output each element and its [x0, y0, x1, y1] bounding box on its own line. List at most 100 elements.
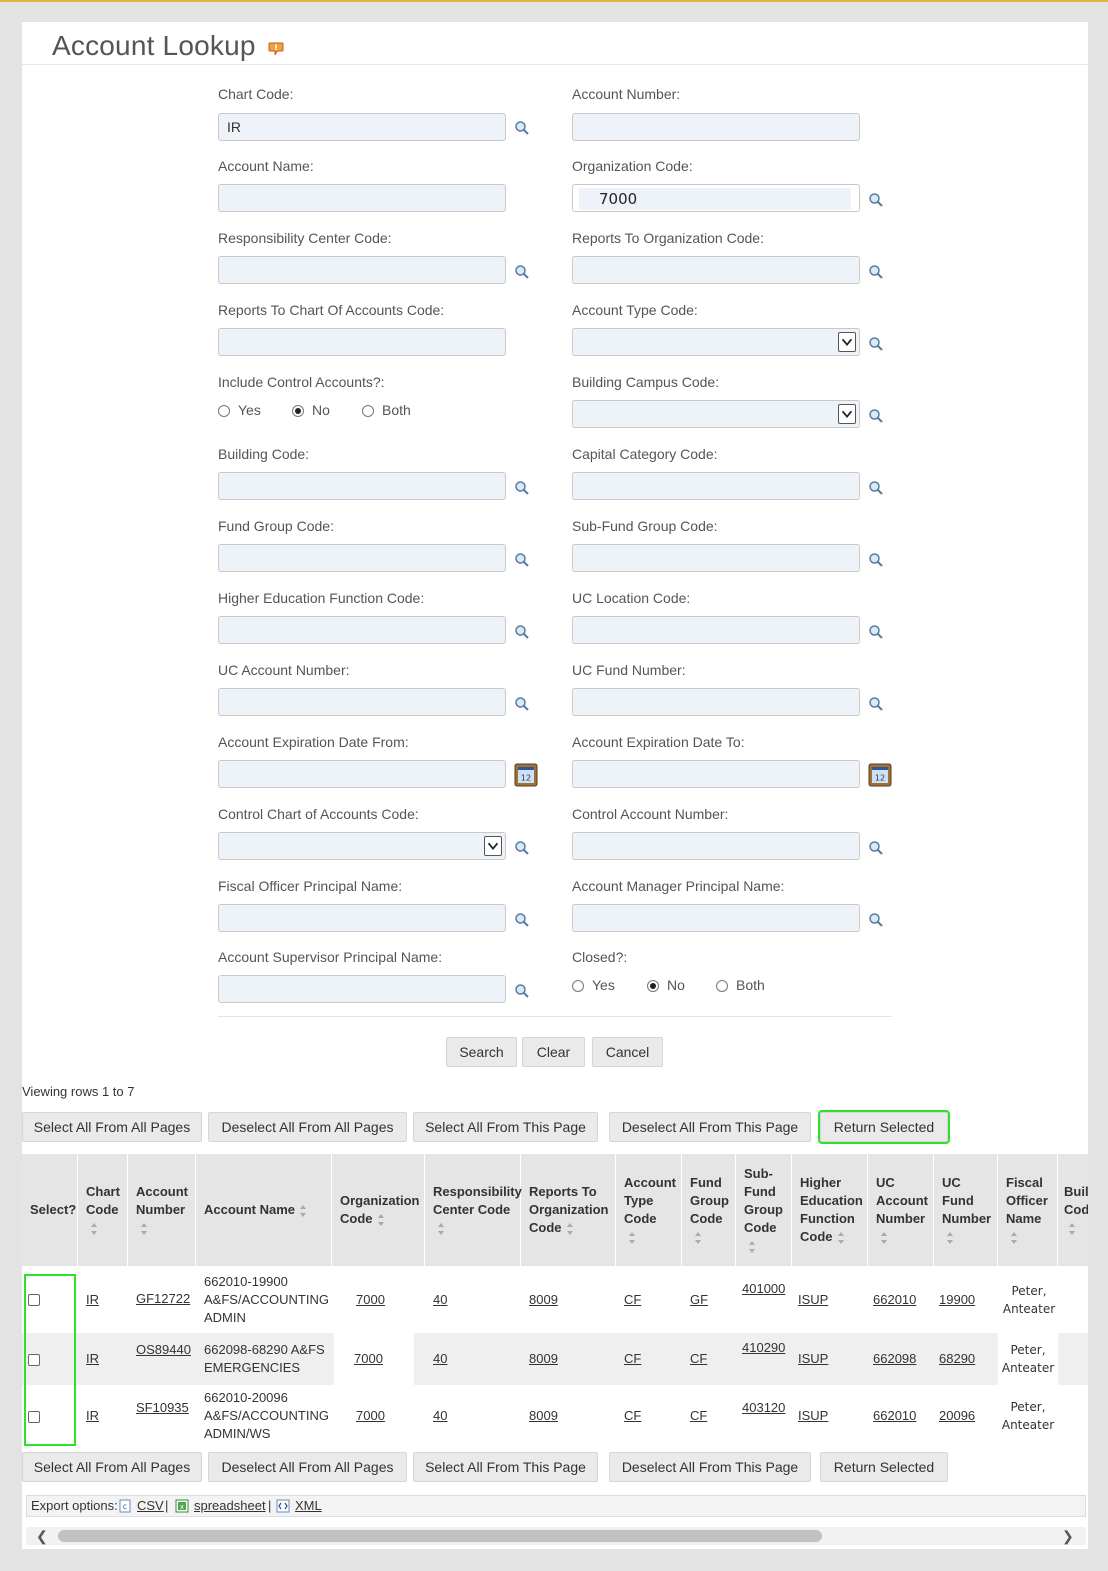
col-building-code[interactable]: Buil Cod	[1058, 1154, 1088, 1266]
col-higher-education-function-code[interactable]: Higher Education Function Code	[792, 1154, 868, 1266]
org-code-link[interactable]: 7000	[356, 1292, 385, 1307]
search-lookup-icon[interactable]	[868, 408, 884, 424]
col-uc-fund-number[interactable]: UC Fund Number	[934, 1154, 998, 1266]
org-code-link[interactable]: 7000	[354, 1351, 383, 1366]
col-sub-fund-group-code[interactable]: Sub-Fund Group Code	[736, 1154, 792, 1266]
chart-code-link[interactable]: IR	[86, 1292, 99, 1307]
uc-account-link[interactable]: 662010	[873, 1292, 916, 1307]
col-fund-group-code[interactable]: Fund Group Code	[682, 1154, 736, 1266]
export-spreadsheet-link[interactable]: spreadsheet	[194, 1498, 266, 1513]
search-lookup-icon[interactable]	[514, 264, 530, 280]
col-account-type-code[interactable]: Account Type Code	[616, 1154, 682, 1266]
account-expiration-date-to-input[interactable]	[572, 760, 860, 788]
account-type-link[interactable]: CF	[624, 1408, 641, 1423]
scrollbar-thumb[interactable]	[58, 1530, 822, 1542]
uc-fund-link[interactable]: 68290	[939, 1351, 975, 1366]
export-xml-link[interactable]: XML	[295, 1498, 322, 1513]
chart-code-input[interactable]	[218, 113, 506, 141]
calendar-icon[interactable]: 12	[514, 763, 538, 787]
resp-center-link[interactable]: 40	[433, 1351, 447, 1366]
search-lookup-icon[interactable]	[868, 840, 884, 856]
uc-account-number-input[interactable]	[218, 688, 506, 716]
reports-to-organization-code-input[interactable]	[572, 256, 860, 284]
clear-button[interactable]: Clear	[522, 1037, 585, 1067]
higher-education-function-code-input[interactable]	[218, 616, 506, 644]
help-bubble-icon[interactable]	[268, 42, 284, 56]
radio-yes[interactable]	[218, 405, 230, 417]
account-expiration-date-from-input[interactable]	[218, 760, 506, 788]
radio-no[interactable]	[647, 980, 659, 992]
account-type-link[interactable]: CF	[624, 1351, 641, 1366]
account-type-link[interactable]: CF	[624, 1292, 641, 1307]
search-lookup-icon[interactable]	[868, 336, 884, 352]
reports-to-org-link[interactable]: 8009	[529, 1408, 558, 1423]
hef-link[interactable]: ISUP	[798, 1292, 828, 1307]
resp-center-link[interactable]: 40	[433, 1292, 447, 1307]
search-lookup-icon[interactable]	[868, 192, 884, 208]
deselect-all-page-button[interactable]: Deselect All From This Page	[609, 1112, 811, 1142]
select-all-page-button[interactable]: Select All From This Page	[413, 1452, 598, 1482]
search-lookup-icon[interactable]	[868, 624, 884, 640]
deselect-all-page-button[interactable]: Deselect All From This Page	[609, 1452, 811, 1482]
search-lookup-icon[interactable]	[514, 120, 530, 136]
sub-fund-group-code-input[interactable]	[572, 544, 860, 572]
org-code-link[interactable]: 7000	[356, 1408, 385, 1423]
fund-group-link[interactable]: GF	[690, 1292, 708, 1307]
select-all-pages-button[interactable]: Select All From All Pages	[22, 1112, 202, 1142]
col-organization-code[interactable]: Organization Code	[332, 1154, 425, 1266]
fund-group-link[interactable]: CF	[690, 1408, 707, 1423]
responsibility-center-code-input[interactable]	[218, 256, 506, 284]
radio-both[interactable]	[716, 980, 728, 992]
uc-account-link[interactable]: 662098	[873, 1351, 916, 1366]
uc-fund-number-input[interactable]	[572, 688, 860, 716]
reports-to-chart-of-accounts-code-input[interactable]	[218, 328, 506, 356]
account-manager-principal-name-input[interactable]	[572, 904, 860, 932]
fund-group-code-input[interactable]	[218, 544, 506, 572]
scroll-right-icon[interactable]: ❯	[1062, 1528, 1074, 1545]
search-lookup-icon[interactable]	[514, 983, 530, 999]
cancel-button[interactable]: Cancel	[592, 1037, 663, 1067]
search-lookup-icon[interactable]	[868, 552, 884, 568]
search-lookup-icon[interactable]	[514, 912, 530, 928]
radio-yes[interactable]	[572, 980, 584, 992]
chart-code-link[interactable]: IR	[86, 1408, 99, 1423]
chart-code-link[interactable]: IR	[86, 1351, 99, 1366]
col-account-number[interactable]: Account Number	[128, 1154, 196, 1266]
sub-fund-link[interactable]: 401000	[742, 1281, 785, 1296]
return-selected-button[interactable]: Return Selected	[820, 1452, 948, 1482]
scroll-left-icon[interactable]: ❮	[36, 1528, 48, 1545]
search-button[interactable]: Search	[446, 1037, 517, 1067]
uc-fund-link[interactable]: 20096	[939, 1408, 975, 1423]
uc-account-link[interactable]: 662010	[873, 1408, 916, 1423]
uc-location-code-input[interactable]	[572, 616, 860, 644]
search-lookup-icon[interactable]	[514, 552, 530, 568]
reports-to-org-link[interactable]: 8009	[529, 1351, 558, 1366]
search-lookup-icon[interactable]	[868, 480, 884, 496]
account-number-input[interactable]	[572, 113, 860, 141]
col-account-name[interactable]: Account Name	[196, 1154, 332, 1266]
deselect-all-pages-button[interactable]: Deselect All From All Pages	[208, 1452, 407, 1482]
account-number-link[interactable]: SF10935	[136, 1400, 189, 1415]
col-fiscal-officer-name[interactable]: Fiscal Officer Name	[998, 1154, 1058, 1266]
radio-no[interactable]	[292, 405, 304, 417]
account-name-input[interactable]	[218, 184, 506, 212]
col-responsibility-center-code[interactable]: Responsibility Center Code	[425, 1154, 522, 1266]
organization-code-input[interactable]: 7000	[572, 184, 860, 212]
search-lookup-icon[interactable]	[868, 912, 884, 928]
reports-to-org-link[interactable]: 8009	[529, 1292, 558, 1307]
search-lookup-icon[interactable]	[514, 624, 530, 640]
fund-group-link[interactable]: CF	[690, 1351, 707, 1366]
search-lookup-icon[interactable]	[868, 696, 884, 712]
col-reports-to-organization-code[interactable]: Reports To Organization Code	[521, 1154, 616, 1266]
horizontal-scrollbar[interactable]: ❮ ❯	[26, 1527, 1086, 1545]
sub-fund-link[interactable]: 410290	[742, 1340, 785, 1355]
capital-category-code-input[interactable]	[572, 472, 860, 500]
search-lookup-icon[interactable]	[868, 264, 884, 280]
select-all-pages-button[interactable]: Select All From All Pages	[22, 1452, 202, 1482]
control-account-number-input[interactable]	[572, 832, 860, 860]
select-all-page-button[interactable]: Select All From This Page	[413, 1112, 598, 1142]
uc-fund-link[interactable]: 19900	[939, 1292, 975, 1307]
hef-link[interactable]: ISUP	[798, 1351, 828, 1366]
deselect-all-pages-button[interactable]: Deselect All From All Pages	[208, 1112, 407, 1142]
account-number-link[interactable]: OS89440	[136, 1342, 191, 1357]
